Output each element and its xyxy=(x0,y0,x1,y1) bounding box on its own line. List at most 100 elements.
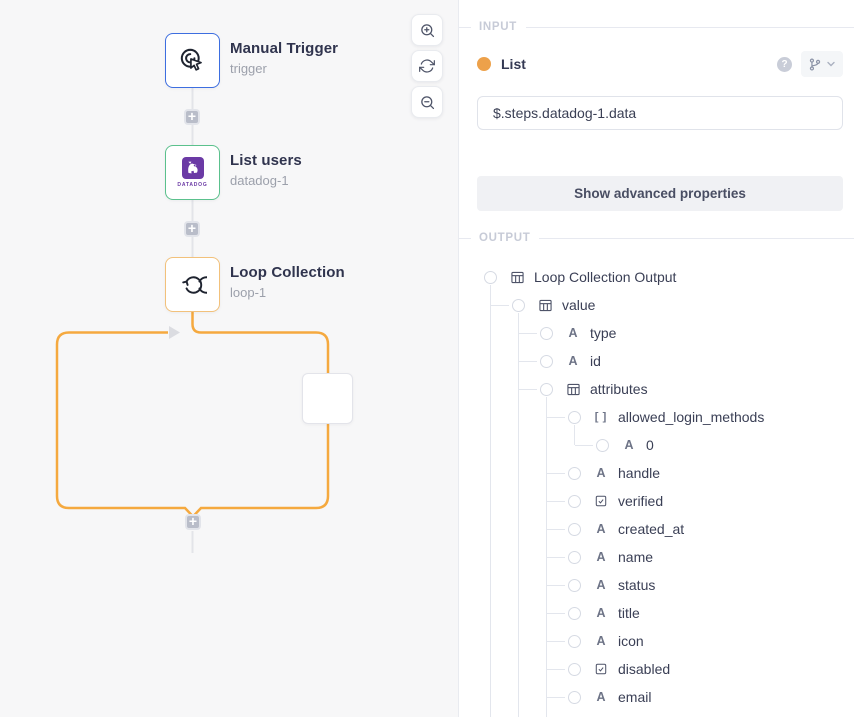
workflow-canvas[interactable]: Manual Trigger trigger + DATADOG List us… xyxy=(0,0,458,717)
list-field-row: List ? xyxy=(477,50,843,78)
node-subtitle: datadog-1 xyxy=(230,173,302,188)
type-string-icon: A xyxy=(596,578,605,592)
output-field-label: icon xyxy=(618,633,644,649)
loop-icon xyxy=(179,271,207,299)
tree-connector xyxy=(547,613,566,614)
tree-connector xyxy=(547,669,566,670)
radio-button[interactable] xyxy=(568,579,581,592)
type-string-icon: A xyxy=(596,634,605,648)
node-subtitle: trigger xyxy=(230,61,338,76)
mapping-source-button[interactable] xyxy=(801,51,843,77)
output-tree: Loop Collection OutputvalueAtypeAidattri… xyxy=(459,263,854,717)
type-string-icon: A xyxy=(624,438,633,452)
radio-button[interactable] xyxy=(568,523,581,536)
add-step-after-loop-button[interactable]: + xyxy=(185,514,201,530)
manual-trigger-icon xyxy=(179,47,206,74)
show-advanced-properties-button[interactable]: Show advanced properties xyxy=(477,176,843,211)
radio-button[interactable] xyxy=(568,411,581,424)
radio-button[interactable] xyxy=(568,691,581,704)
radio-button[interactable] xyxy=(568,467,581,480)
zoom-out-icon xyxy=(419,94,436,111)
radio-button[interactable] xyxy=(484,271,497,284)
type-object-icon xyxy=(539,299,552,312)
output-tree-row[interactable]: Loop Collection Output xyxy=(459,263,854,291)
tree-connector xyxy=(575,445,594,446)
tree-connector xyxy=(547,501,566,502)
node-title: List users xyxy=(230,152,302,169)
branch-icon xyxy=(808,57,822,72)
type-array-icon: [ ] xyxy=(595,411,608,423)
radio-button[interactable] xyxy=(568,495,581,508)
datadog-wordmark: DATADOG xyxy=(177,182,207,188)
output-field-label: attributes xyxy=(590,381,648,397)
tree-connector xyxy=(519,361,538,362)
output-field-label: 0 xyxy=(646,437,654,453)
node-list-users[interactable]: DATADOG xyxy=(165,145,220,200)
radio-button[interactable] xyxy=(596,439,609,452)
tree-connector xyxy=(547,417,566,418)
output-field-label: handle xyxy=(618,465,660,481)
output-field-label: title xyxy=(618,605,640,621)
output-field-label: allowed_login_methods xyxy=(618,409,764,425)
radio-button[interactable] xyxy=(568,551,581,564)
node-title: Manual Trigger xyxy=(230,40,338,57)
output-field-label: type xyxy=(590,325,616,341)
tree-connector xyxy=(490,285,491,717)
radio-button[interactable] xyxy=(540,327,553,340)
empty-loop-step[interactable] xyxy=(302,373,353,424)
input-section-header: INPUT xyxy=(459,21,854,33)
output-field-label: Loop Collection Output xyxy=(534,269,676,285)
zoom-in-button[interactable] xyxy=(411,14,443,46)
node-list-users-text: List users datadog-1 xyxy=(230,152,302,188)
type-string-icon: A xyxy=(568,354,577,368)
radio-button[interactable] xyxy=(540,355,553,368)
tree-connector xyxy=(519,389,538,390)
canvas-controls xyxy=(411,14,443,118)
type-boolean-icon xyxy=(595,663,607,675)
zoom-out-button[interactable] xyxy=(411,86,443,118)
type-string-icon: A xyxy=(568,326,577,340)
zoom-in-icon xyxy=(419,22,436,39)
type-string-icon: A xyxy=(596,550,605,564)
output-section-header: OUTPUT xyxy=(459,232,854,244)
list-value-input[interactable] xyxy=(477,96,843,130)
radio-button[interactable] xyxy=(568,635,581,648)
tree-connector xyxy=(547,529,566,530)
input-section-label: INPUT xyxy=(479,21,517,33)
node-manual-trigger-text: Manual Trigger trigger xyxy=(230,40,338,76)
add-step-button[interactable]: + xyxy=(184,221,200,237)
output-field-label: disabled xyxy=(618,661,670,677)
loop-arrow-icon xyxy=(169,326,180,339)
reset-view-button[interactable] xyxy=(411,50,443,82)
type-string-icon: A xyxy=(596,690,605,704)
node-loop-collection[interactable] xyxy=(165,257,220,312)
type-object-icon xyxy=(567,383,580,396)
output-section-label: OUTPUT xyxy=(479,232,530,244)
tree-connector xyxy=(519,333,538,334)
type-boolean-icon xyxy=(595,495,607,507)
output-field-label: value xyxy=(562,297,595,313)
tree-connector xyxy=(547,557,566,558)
tree-connector xyxy=(547,473,566,474)
field-label: List xyxy=(501,56,526,72)
node-manual-trigger[interactable] xyxy=(165,33,220,88)
radio-button[interactable] xyxy=(568,663,581,676)
step-config-panel: INPUT List ? Show xyxy=(458,0,854,717)
workflow-edges xyxy=(0,0,458,717)
radio-button[interactable] xyxy=(540,383,553,396)
add-step-button[interactable]: + xyxy=(184,109,200,125)
output-field-label: status xyxy=(618,577,655,593)
output-field-label: verified xyxy=(618,493,663,509)
output-field-label: created_at xyxy=(618,521,684,537)
field-status-dot xyxy=(477,57,491,71)
workflow-editor: Manual Trigger trigger + DATADOG List us… xyxy=(0,0,854,717)
help-icon[interactable]: ? xyxy=(777,57,792,72)
type-string-icon: A xyxy=(596,606,605,620)
reset-view-icon xyxy=(419,58,435,74)
radio-button[interactable] xyxy=(568,607,581,620)
radio-button[interactable] xyxy=(512,299,525,312)
node-loop-collection-text: Loop Collection loop-1 xyxy=(230,264,345,300)
tree-connector xyxy=(547,585,566,586)
type-object-icon xyxy=(511,271,524,284)
tree-connector xyxy=(547,697,566,698)
